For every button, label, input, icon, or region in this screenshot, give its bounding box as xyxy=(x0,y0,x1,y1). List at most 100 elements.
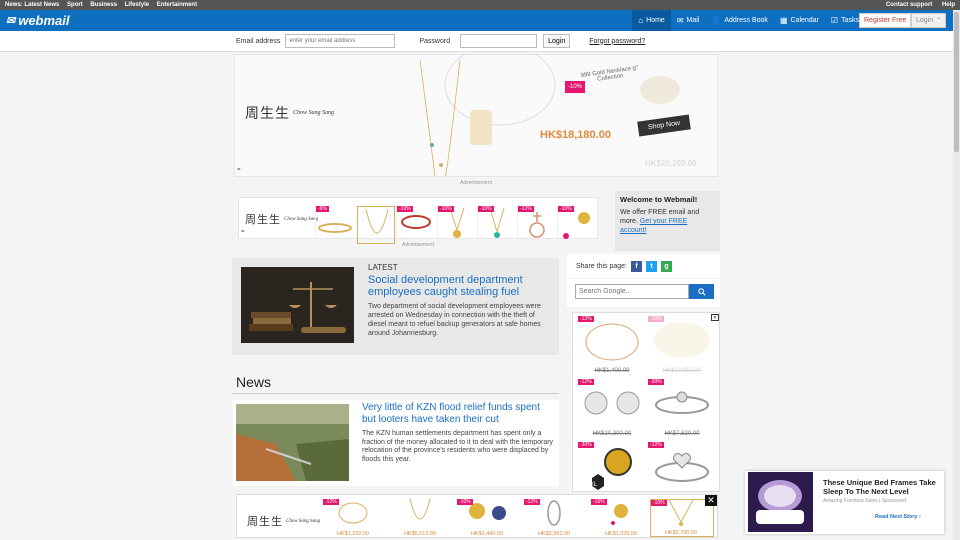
side-jewelry-ad[interactable]: ✕ -12% HK$1,400.00 -10% HK$13,050.00 -12… xyxy=(572,312,720,492)
ad-choices-icon[interactable]: = xyxy=(237,167,241,173)
envelope-logo-icon: ✉ xyxy=(6,15,16,27)
google-search xyxy=(567,279,720,307)
news-story-summary: The KZN human settlements department has… xyxy=(362,430,554,463)
chain-image xyxy=(409,498,431,520)
topbar-link-lifestyle[interactable]: Lifestyle xyxy=(125,2,149,8)
read-next-story-link[interactable]: Read Next Story › xyxy=(875,514,921,520)
page-scrollbar[interactable] xyxy=(953,10,960,540)
side-ad-item-6[interactable]: -12% xyxy=(648,442,716,500)
topbar-link-sport[interactable]: Sport xyxy=(67,2,83,8)
topbar-link-entertainment[interactable]: Entertainment xyxy=(157,2,197,8)
latest-story-title[interactable]: Social development department employees … xyxy=(368,274,548,298)
brand-logo: 周生生 Chow Sang Sang xyxy=(245,103,334,123)
login-button[interactable]: Login xyxy=(543,34,571,48)
bottom-sticky-ad[interactable]: 周生生 Chow Sang Sang -12% HK$1,232.00 HK$5… xyxy=(236,494,718,538)
checkbox-icon: ☑ xyxy=(830,16,839,25)
discount-badge: -10% xyxy=(397,206,413,212)
product-strip-ad[interactable]: 周生生 Chow Sang Sang -9% -10% -10% -10% -1… xyxy=(238,197,598,244)
strip-product-7[interactable]: -10% xyxy=(557,206,595,244)
news-story-title[interactable]: Very little of KZN flood relief funds sp… xyxy=(362,402,547,426)
side-ad-price: HK$1,400.00 xyxy=(594,368,630,374)
ad-old-price: HK$20,200.00 xyxy=(645,159,697,168)
side-ad-item-1[interactable]: -12% HK$1,400.00 xyxy=(578,316,646,374)
news-story[interactable]: Very little of KZN flood relief funds sp… xyxy=(233,400,559,486)
strip-product-4[interactable]: -10% xyxy=(437,206,475,244)
facebook-icon[interactable]: f xyxy=(630,260,642,272)
strip-brand-logo-en: Chow Sang Sang xyxy=(284,216,319,222)
news-story-image[interactable] xyxy=(236,404,349,481)
banner-ad[interactable]: 周生生 Chow Sang Sang -10% 999 Gold Necklac… xyxy=(234,54,718,177)
nav-calendar-label: Calendar xyxy=(790,17,819,24)
discount-badge: -10% xyxy=(457,499,473,505)
side-ad-item-4[interactable]: -30% HK$7,620.00 xyxy=(648,379,716,437)
nav-address-book-label: Address Book xyxy=(724,17,768,24)
ad-choices-icon[interactable]: = xyxy=(241,229,245,235)
strip-product-5[interactable]: -10% xyxy=(477,206,515,244)
side-ad-item-5[interactable]: -30% XL xyxy=(578,442,646,500)
google-icon[interactable]: g xyxy=(660,260,672,272)
search-button[interactable] xyxy=(689,284,714,299)
rose-bracelet-image xyxy=(585,323,639,361)
discount-badge: -10% xyxy=(438,206,454,212)
google-search-input[interactable] xyxy=(575,284,689,299)
discount-badge: -12% xyxy=(578,379,594,385)
twitter-icon[interactable]: t xyxy=(645,260,657,272)
diamond-ring-image xyxy=(655,391,709,414)
share-bar: Share this page: f t g xyxy=(567,254,720,278)
strip-product-6[interactable]: -12% xyxy=(517,206,555,244)
welcome-title: Welcome to Webmail! xyxy=(620,195,698,204)
nav-mail[interactable]: ✉ Mail xyxy=(671,10,706,31)
bottom-ad-item-2[interactable]: HK$5,512.00 xyxy=(390,498,450,537)
discount-badge: -12% xyxy=(323,499,339,505)
discount-badge: -10% xyxy=(591,499,607,505)
nav-home[interactable]: ⌂ Home xyxy=(632,10,671,31)
logo-text: webmail xyxy=(18,13,70,28)
latest-story-image[interactable] xyxy=(241,267,354,343)
bottom-ad-price: HK$1,232.00 xyxy=(336,531,370,537)
email-label: Email address xyxy=(236,37,281,45)
discount-badge: -10% xyxy=(651,500,667,506)
password-input[interactable] xyxy=(460,34,538,48)
bottom-ad-item-4[interactable]: -12% HK$2,992.00 xyxy=(524,499,584,537)
strip-product-1[interactable]: -9% xyxy=(315,206,353,244)
help-link[interactable]: Help xyxy=(942,2,955,8)
login-strip: Email address Password Login Forgot pass… xyxy=(0,31,953,52)
promo-image[interactable] xyxy=(748,472,813,532)
top-news-bar: News: Latest News Sport Business Lifesty… xyxy=(0,0,960,10)
mail-icon: ✉ xyxy=(676,16,684,25)
side-ad-item-3[interactable]: -12% HK$10,300.00 xyxy=(578,379,646,437)
promo-title[interactable]: These Unique Bed Frames Take Sleep To Th… xyxy=(823,478,938,496)
discount-badge: -12% xyxy=(648,442,664,448)
bottom-brand-logo-en: Chow Sang Sang xyxy=(286,518,321,524)
topbar-link-business[interactable]: Business xyxy=(90,2,117,8)
brand-logo-cn: 周生生 xyxy=(245,107,290,122)
nav-calendar[interactable]: ▦ Calendar xyxy=(774,10,825,31)
close-ad-button[interactable]: ✕ xyxy=(705,495,717,506)
advertisement-label: Advertisement xyxy=(402,242,434,248)
bottom-ad-item-3[interactable]: -10% HK$1,440.00 xyxy=(457,499,517,537)
nav-home-label: Home xyxy=(646,17,665,24)
header-login-button[interactable]: Login ⌃ xyxy=(911,13,947,28)
register-free-button[interactable]: Register Free xyxy=(859,13,912,28)
nav-address-book[interactable]: 👤 Address Book xyxy=(705,10,774,31)
bottom-brand-logo-cn: 周生生 xyxy=(247,516,283,528)
chain-image xyxy=(365,208,389,234)
strip-product-3[interactable]: -10% xyxy=(396,206,434,244)
strip-product-2[interactable] xyxy=(357,206,395,244)
latest-story[interactable]: LATEST Social development department emp… xyxy=(232,258,559,355)
heart-ring-image xyxy=(655,453,709,482)
email-input[interactable] xyxy=(285,34,396,48)
topbar-link-latest-news[interactable]: News: Latest News xyxy=(5,2,59,8)
side-ad-item-2[interactable]: -10% HK$13,050.00 xyxy=(648,316,716,374)
bottom-ad-item-1[interactable]: -12% HK$1,232.00 xyxy=(323,499,383,537)
bottom-ad-item-5[interactable]: -10% HK$1,035.00 xyxy=(591,499,651,537)
password-label: Password xyxy=(419,37,451,45)
forgot-password-link[interactable]: Forgot password? xyxy=(589,38,645,45)
sponsored-story-popup[interactable]: These Unique Bed Frames Take Sleep To Th… xyxy=(745,471,944,534)
contact-support-link[interactable]: Contact support xyxy=(886,2,932,8)
webmail-logo[interactable]: ✉ webmail xyxy=(0,13,70,28)
discount-badge: -12% xyxy=(524,499,540,505)
discount-badge: -30% xyxy=(648,379,664,385)
scrollbar-thumb[interactable] xyxy=(954,12,959,152)
welcome-box: Welcome to Webmail! We offer FREE email … xyxy=(615,191,720,251)
